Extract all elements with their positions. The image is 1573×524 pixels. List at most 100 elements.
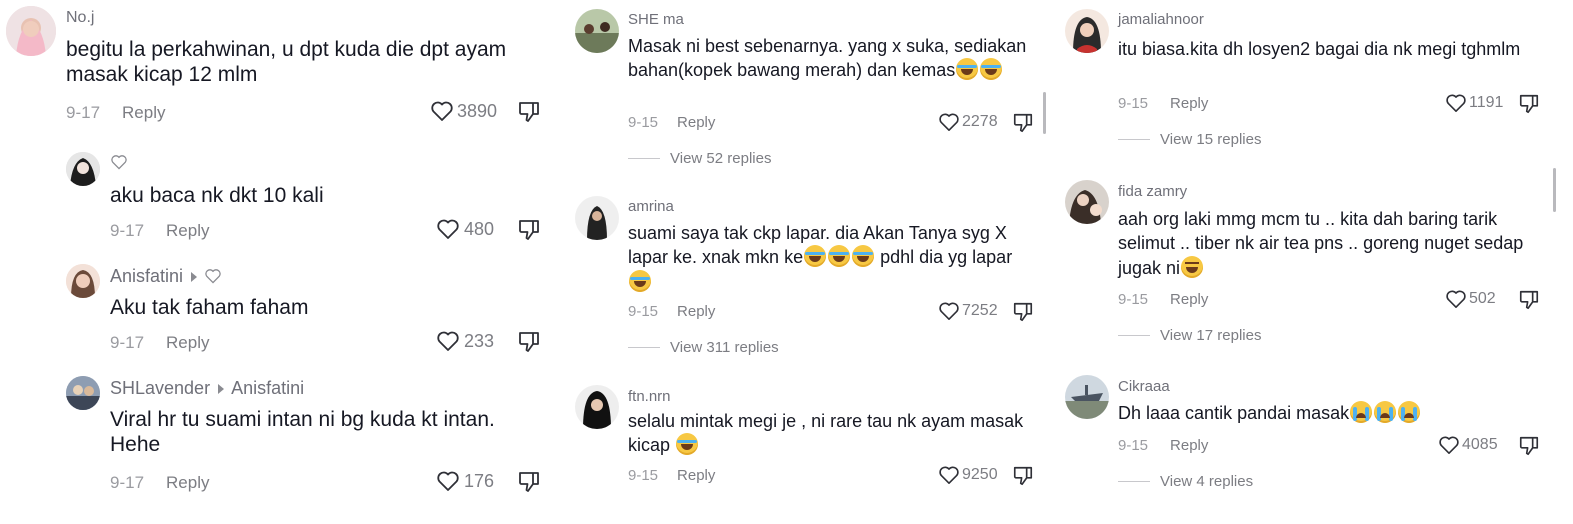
comment-text: Viral hr tu suami intan ni bg kuda kt in…: [110, 408, 495, 457]
comment-text-tail: pdhl dia yg lapar: [880, 247, 1013, 268]
username[interactable]: Cikraaa: [1118, 378, 1170, 395]
username[interactable]: jamaliahnoor: [1118, 11, 1204, 28]
dislike-button[interactable]: [1518, 93, 1540, 120]
comment-date: 9-15: [628, 114, 659, 131]
comment-reply: Anisfatini Aku tak faham faham 9-17 Reply…: [0, 262, 560, 362]
avatar[interactable]: [1065, 180, 1109, 224]
comment: fida zamry aah org laki mmg mcm tu .. ki…: [1060, 175, 1560, 365]
comment-text-body: Dh laaa cantik pandai masak: [1118, 403, 1350, 423]
like-count: 233: [464, 330, 495, 351]
like-button[interactable]: 502: [1445, 289, 1496, 309]
heart-outline-icon: [939, 113, 959, 131]
like-button[interactable]: 176: [436, 470, 494, 492]
comment-text: itu biasa.kita dh losyen2 bagai dia nk m…: [1118, 39, 1521, 59]
crying-emoji: [1398, 401, 1421, 423]
view-replies-button[interactable]: View 311 replies: [628, 339, 779, 356]
comment-column-1: No.j begitu la perkahwinan, u dpt kuda d…: [0, 0, 560, 524]
divider-line: [1118, 138, 1150, 141]
reply-button[interactable]: Reply: [677, 114, 715, 131]
comment-text: suami saya tak ckp lapar. dia Akan Tanya…: [628, 222, 1038, 294]
avatar[interactable]: [575, 196, 619, 240]
comment-text: aku baca nk dkt 10 kali: [110, 184, 324, 207]
avatar[interactable]: [6, 6, 56, 56]
username[interactable]: amrina: [628, 198, 674, 215]
like-count: 2278: [962, 113, 998, 130]
username[interactable]: SHLavender Anisfatini: [110, 378, 304, 399]
username-text: Anisfatini: [110, 266, 184, 286]
laugh-cry-emoji: [852, 245, 875, 268]
view-replies-button[interactable]: View 17 replies: [1118, 327, 1261, 344]
laugh-cry-emoji: [629, 269, 651, 292]
like-button[interactable]: 233: [436, 330, 494, 352]
comment-meta: 9-15 Reply: [1118, 95, 1208, 112]
comment-meta: 9-15 Reply: [1118, 291, 1208, 308]
heart-outline-icon: [111, 155, 127, 170]
comment: Cikraaa Dh laaa cantik pandai masak 9-15…: [1060, 370, 1560, 520]
avatar[interactable]: [575, 9, 619, 53]
dislike-button[interactable]: [1012, 112, 1034, 139]
scrollbar[interactable]: [1043, 92, 1046, 134]
reply-button[interactable]: Reply: [1170, 95, 1208, 112]
like-button[interactable]: 9250: [938, 465, 998, 485]
comment-meta: 9-15 Reply: [628, 114, 715, 131]
laugh-cry-emoji: [828, 245, 851, 268]
avatar[interactable]: [66, 152, 100, 186]
dislike-button[interactable]: [1012, 301, 1034, 328]
reply-button[interactable]: Reply: [166, 221, 209, 240]
username[interactable]: ftn.nrn: [628, 388, 671, 405]
username[interactable]: No.j: [66, 9, 94, 27]
dislike-button[interactable]: [517, 100, 541, 129]
username[interactable]: fida zamry: [1118, 183, 1187, 200]
like-count: 1191: [1469, 94, 1504, 111]
reply-button[interactable]: Reply: [166, 473, 209, 492]
dislike-button[interactable]: [517, 470, 541, 499]
thumbs-down-icon: [1519, 94, 1539, 114]
divider-line: [1118, 480, 1150, 483]
like-count: 176: [464, 470, 495, 491]
like-button[interactable]: 2278: [938, 112, 998, 132]
view-replies-button[interactable]: View 52 replies: [628, 150, 771, 167]
like-button[interactable]: 4085: [1438, 435, 1498, 455]
scrollbar[interactable]: [1553, 168, 1556, 212]
view-replies-button[interactable]: View 15 replies: [1118, 131, 1261, 148]
dislike-button[interactable]: [1012, 465, 1034, 492]
view-replies-label: View 311 replies: [670, 339, 779, 356]
comment: jamaliahnoor itu biasa.kita dh losyen2 b…: [1060, 0, 1560, 160]
avatar[interactable]: [66, 376, 100, 410]
dislike-button[interactable]: [517, 330, 541, 359]
avatar[interactable]: [66, 264, 100, 298]
comment: No.j begitu la perkahwinan, u dpt kuda d…: [0, 0, 560, 135]
view-replies-button[interactable]: View 4 replies: [1118, 473, 1253, 490]
like-button[interactable]: 480: [436, 218, 494, 240]
divider-line: [628, 157, 660, 160]
avatar[interactable]: [575, 385, 619, 429]
comment-text: selalu mintak megi je , ni rare tau nk a…: [628, 410, 1048, 458]
username[interactable]: [110, 154, 128, 173]
view-replies-label: View 15 replies: [1160, 131, 1262, 148]
dislike-button[interactable]: [517, 218, 541, 247]
avatar[interactable]: [1065, 9, 1109, 53]
reply-button[interactable]: Reply: [1170, 437, 1208, 454]
comment-date: 9-17: [110, 473, 145, 492]
like-button[interactable]: 1191: [1445, 93, 1503, 113]
dislike-button[interactable]: [1518, 289, 1540, 316]
heart-outline-icon: [939, 302, 959, 320]
reply-button[interactable]: Reply: [1170, 291, 1208, 308]
heart-outline-icon: [437, 471, 459, 491]
reply-button[interactable]: Reply: [677, 467, 715, 484]
username[interactable]: Anisfatini: [110, 266, 222, 287]
avatar[interactable]: [1065, 375, 1109, 419]
comment: SHE ma Masak ni best sebenarnya. yang x …: [570, 0, 1060, 180]
reply-to-username[interactable]: Anisfatini: [231, 378, 304, 398]
reply-button[interactable]: Reply: [166, 333, 209, 352]
like-button[interactable]: 7252: [938, 301, 998, 321]
thumbs-down-icon: [1519, 436, 1539, 456]
reply-button[interactable]: Reply: [122, 103, 165, 122]
dislike-button[interactable]: [1518, 435, 1540, 462]
reply-button[interactable]: Reply: [677, 303, 715, 320]
thumbs-down-icon: [519, 220, 539, 240]
like-button[interactable]: 3890: [430, 100, 497, 122]
username[interactable]: SHE ma: [628, 11, 684, 28]
heart-outline-icon: [1446, 94, 1466, 112]
comment-text: Masak ni best sebenarnya. yang x suka, s…: [628, 35, 1028, 83]
